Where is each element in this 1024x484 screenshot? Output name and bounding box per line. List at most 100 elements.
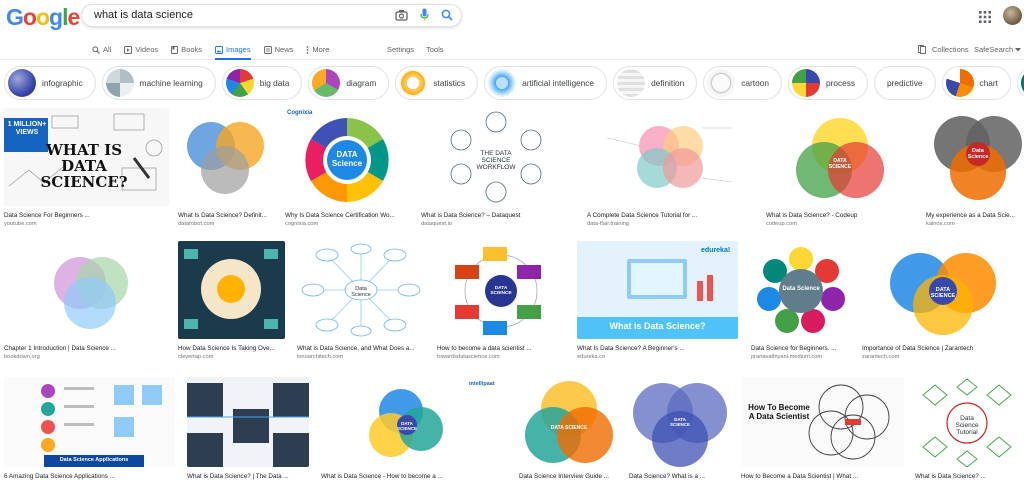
camera-icon[interactable]: [395, 9, 408, 21]
thumbnail: edureka! What is Data Science?: [577, 241, 738, 339]
tab-all[interactable]: All: [92, 41, 111, 58]
result-source: towardsdatascience.com: [437, 354, 500, 360]
collections-link[interactable]: Collections: [918, 41, 969, 58]
thumbnail: Data Science Applications: [4, 377, 175, 467]
image-result[interactable]: Data Science Data Science for Beginners.…: [751, 241, 851, 360]
image-result[interactable]: Data Science What is Data Science, and W…: [297, 241, 425, 360]
image-result[interactable]: What Is Data Science? Definit... datarob…: [178, 108, 273, 227]
safesearch-toggle[interactable]: SafeSearch: [974, 41, 1022, 58]
chip-thumbnail: [945, 69, 974, 97]
result-source: clevertap.com: [178, 354, 214, 360]
apps-grid-icon[interactable]: [979, 10, 991, 28]
image-result[interactable]: How To Become A Data Scientist How to Be…: [741, 377, 904, 480]
collections-icon: [918, 45, 926, 54]
more-icon: [306, 45, 309, 54]
avatar[interactable]: [1003, 6, 1022, 25]
search-input[interactable]: what is data science: [94, 9, 193, 21]
image-result[interactable]: A Complete Data Science Tutorial for ...…: [587, 108, 753, 227]
chip-poster[interactable]: poster: [1017, 66, 1024, 100]
chip-chart[interactable]: chart: [941, 66, 1011, 100]
chip-thumbnail: [707, 69, 736, 97]
thumbnail: How To Become A Data Scientist: [741, 377, 904, 467]
chip-thumbnail: [399, 69, 428, 97]
header: Google what is data science All Videos B…: [0, 0, 1024, 60]
image-result[interactable]: 1 MILLION+ VIEWS WHAT IS DATA SCIENCE? D…: [4, 108, 169, 227]
result-caption: Why Is Data Science Certification Wo...: [285, 212, 395, 219]
chip-diagram[interactable]: diagram: [308, 66, 390, 100]
result-source: edureka.co: [577, 354, 606, 360]
image-result[interactable]: DATA SCIENCE Importance of Data Science …: [862, 241, 1024, 360]
tab-more[interactable]: More: [306, 41, 329, 58]
result-caption: What is Data Science - How to become a .…: [321, 473, 443, 480]
result-caption: Data Science For Beginners ...: [4, 212, 90, 219]
image-result[interactable]: DATA SCIENCE What is Data Science? - Cod…: [766, 108, 913, 227]
result-source: kainos.com: [926, 221, 955, 227]
search-icon[interactable]: [441, 9, 453, 21]
image-result[interactable]: intellipaat DATA SCIENCE What is Data Sc…: [321, 377, 507, 480]
image-icon: [215, 45, 223, 54]
image-result[interactable]: Chapter 1 Introduction | Data Science ..…: [4, 241, 166, 360]
book-icon: [171, 45, 179, 54]
chip-infographic[interactable]: infographic: [4, 66, 96, 100]
mic-icon[interactable]: [420, 8, 429, 21]
result-caption: What Is Data Science? A Beginner's ...: [577, 345, 685, 352]
image-result[interactable]: edureka! What is Data Science? What Is D…: [577, 241, 738, 360]
google-logo[interactable]: Google: [6, 4, 80, 31]
chip-big-data[interactable]: big data: [221, 66, 303, 100]
result-caption: What is Data Science? | The Data ...: [187, 473, 289, 480]
chip-label: machine learning: [139, 78, 203, 88]
result-source: codeup.com: [766, 221, 797, 227]
result-source: bookdown.org: [4, 354, 40, 360]
image-result[interactable]: Cognixia DATA Science Why Is Data Scienc…: [285, 108, 413, 227]
result-caption: What is Data Science? – Dataquest: [421, 212, 521, 219]
image-result[interactable]: DATA SCIENCE Data Science? What is a ...: [629, 377, 730, 480]
thumb-title: DATA SCIENCE: [396, 421, 417, 431]
tools-link[interactable]: Tools: [426, 41, 444, 58]
thumb-title: How To Become A Data Scientist: [748, 403, 810, 421]
result-caption: How Data Science Is Taking Ove...: [178, 345, 275, 352]
tab-books[interactable]: Books: [171, 41, 202, 58]
tab-label: Books: [181, 45, 202, 54]
image-result[interactable]: Data Science Applications 6 Amazing Data…: [4, 377, 175, 480]
logo-letter: o: [35, 4, 50, 30]
chip-statistics[interactable]: statistics: [395, 66, 479, 100]
image-result[interactable]: Data Science My experience as a Data Sci…: [926, 108, 1024, 227]
chip-label: infographic: [42, 78, 83, 88]
chip-artificial-intelligence[interactable]: artificial intelligence: [484, 66, 608, 100]
image-result[interactable]: What is Data Science? | The Data ...: [187, 377, 309, 480]
tab-label: Videos: [135, 45, 159, 54]
thumb-title: What is Data Science?: [609, 321, 706, 331]
tab-news[interactable]: News: [263, 41, 293, 58]
process-diagram: [187, 383, 309, 467]
safesearch-label: SafeSearch: [974, 45, 1014, 54]
thumbnail: THE DATA SCIENCE WORKFLOW: [421, 108, 571, 206]
thumbnail: DATA SCIENCE: [862, 241, 1024, 339]
tab-label: Images: [226, 45, 251, 54]
image-result[interactable]: THE DATA SCIENCE WORKFLOW What is Data S…: [421, 108, 571, 227]
thumbnail: Data Science: [926, 108, 1024, 206]
applications-infographic: [41, 384, 162, 467]
image-result[interactable]: Data Science Tutorial What is Data Scien…: [915, 377, 1020, 480]
thumb-title: DATA SCIENCE: [550, 425, 588, 431]
chip-definition[interactable]: definition: [613, 66, 698, 100]
result-caption: My experience as a Data Scie...: [926, 212, 1015, 219]
settings-link[interactable]: Settings: [387, 41, 414, 58]
chip-predictive[interactable]: predictive: [874, 66, 936, 100]
image-result[interactable]: How Data Science Is Taking Ove... clever…: [178, 241, 285, 360]
chip-process[interactable]: process: [787, 66, 869, 100]
thumb-title: THE DATA SCIENCE WORKFLOW: [476, 150, 516, 171]
chip-thumbnail: [791, 69, 820, 97]
search-box[interactable]: what is data science: [81, 4, 462, 27]
brand-label: edureka!: [701, 247, 731, 254]
result-caption: 6 Amazing Data Science Applications ...: [4, 473, 115, 480]
chip-cartoon[interactable]: cartoon: [703, 66, 782, 100]
tab-videos[interactable]: Videos: [124, 41, 158, 58]
thumb-title: Data Science: [967, 148, 989, 160]
chip-machine-learning[interactable]: machine learning: [101, 66, 216, 100]
image-result[interactable]: DATA SCIENCE How to become a data scient…: [437, 241, 565, 360]
venn-diagram: [187, 122, 264, 194]
tab-images[interactable]: Images: [215, 41, 251, 60]
venn-diagram: [525, 381, 613, 463]
chip-label: chart: [979, 78, 998, 88]
image-result[interactable]: DATA SCIENCE Data Science Interview Guid…: [519, 377, 618, 480]
